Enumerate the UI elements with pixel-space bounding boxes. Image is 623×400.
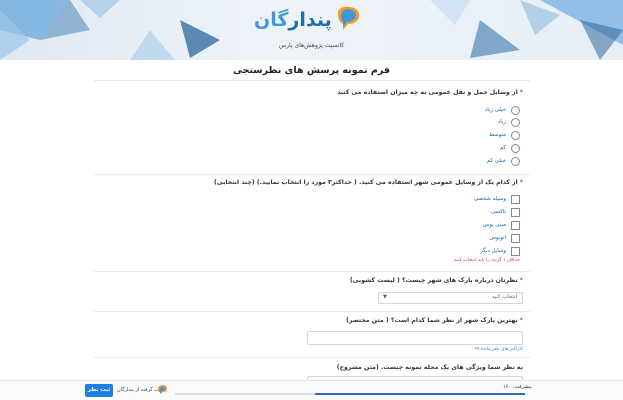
checkbox[interactable] — [511, 194, 520, 204]
q2-option-5[interactable]: وسایل دیگر — [480, 246, 520, 256]
best-park-input[interactable] — [307, 331, 523, 345]
q1-option-2[interactable]: زیاد — [498, 117, 520, 127]
question-divider — [94, 357, 530, 358]
option-label: تاکسی — [490, 209, 506, 215]
chevron-down-icon: ▼ — [383, 294, 387, 300]
remaining-characters-hint: کاراکتر های باقی‌مانده:۹۹ — [474, 347, 523, 352]
radio-button[interactable] — [511, 130, 520, 140]
option-label: مینی بوس — [482, 222, 506, 228]
required-mark: * — [519, 89, 523, 96]
q1-option-1[interactable]: خیلی زیاد — [485, 105, 520, 115]
header-banner: پندارگان کانسپت پژوهش‌های پارس — [0, 0, 623, 60]
title-divider — [94, 80, 530, 81]
q2-option-2[interactable]: تاکسی — [491, 207, 520, 217]
option-label: زیاد — [497, 119, 506, 125]
checkbox[interactable] — [511, 207, 520, 217]
pendargan-bubble-icon — [158, 385, 167, 394]
question-1-text: از وسایل حمل و نقل عمومی به چه میزان است… — [337, 89, 518, 96]
option-label: خیلی کم — [486, 158, 506, 164]
question-4-title: *بهترین پارک شهر از نظر شما کدام است؟ ( … — [346, 317, 523, 324]
required-mark: * — [519, 277, 523, 284]
question-divider — [94, 174, 530, 175]
q2-error-message: حداقل ۱ گزینه را باید انتخاب کنید. — [452, 258, 520, 263]
option-label: کم — [499, 145, 506, 151]
q1-option-5[interactable]: خیلی کم — [487, 156, 520, 166]
select-value: انتخاب کنید — [491, 294, 517, 300]
checkbox[interactable] — [511, 246, 520, 256]
required-mark: * — [519, 179, 523, 186]
question-4-text: بهترین پارک شهر از نظر شما کدام است؟ ( م… — [346, 317, 518, 324]
q1-option-3[interactable]: متوسط — [489, 130, 520, 140]
checkbox[interactable] — [511, 220, 520, 230]
brand-logo-text: پندارگان — [254, 9, 332, 31]
brand-tagline: کانسپت پژوهش‌های پارس — [278, 42, 345, 49]
q2-option-4[interactable]: اتوبوس — [489, 233, 520, 243]
option-label: وسیله شخصی — [473, 196, 506, 202]
option-label: اتوبوس — [489, 235, 506, 241]
question-3-text: نظرتان درباره پارک های شهر چیست؟ ( لیست … — [349, 277, 518, 284]
brand-name-sub: گان — [254, 9, 289, 31]
required-mark: * — [519, 317, 523, 324]
option-label: متوسط — [489, 132, 506, 138]
submit-button[interactable]: ثبت نظر — [85, 384, 113, 397]
footer-bar: ثبت نظر قدرت گرفته از پندارگان پیشرفت: ۱… — [0, 380, 623, 400]
option-label: وسایل دیگر — [480, 248, 506, 254]
page-title: فرم نمونه پرسش های نظرسنجی — [232, 65, 391, 76]
radio-button[interactable] — [511, 156, 520, 166]
brand-name-main: پندار — [288, 9, 332, 31]
question-1-title: *از وسایل حمل و نقل عمومی به چه میزان اس… — [337, 89, 523, 96]
radio-button[interactable] — [511, 117, 520, 127]
question-2-text: از کدام یک از وسایل عمومی شهر استفاده می… — [214, 179, 518, 186]
progress-label: پیشرفت: ۱۶۰ — [503, 384, 532, 390]
option-label: خیلی زیاد — [484, 107, 506, 113]
q1-option-4[interactable]: کم — [500, 143, 520, 153]
q2-option-1[interactable]: وسیله شخصی — [474, 194, 520, 204]
q2-option-3[interactable]: مینی بوس — [483, 220, 520, 230]
question-2-title: *از کدام یک از وسایل عمومی شهر استفاده م… — [214, 179, 523, 186]
question-5-text: به نظر شما ویژگی های یک محله نمونه چیست.… — [336, 364, 523, 371]
progress-bar-fill — [315, 393, 525, 395]
question-3-title: *نظرتان درباره پارک های شهر چیست؟ ( لیست… — [350, 277, 523, 284]
question-5-title: به نظر شما ویژگی های یک محله نمونه چیست.… — [337, 364, 523, 371]
question-divider — [94, 271, 530, 272]
park-opinion-select[interactable]: ▼ انتخاب کنید — [378, 292, 523, 304]
checkbox[interactable] — [511, 233, 520, 243]
progress-bar — [175, 393, 525, 395]
radio-button[interactable] — [511, 105, 520, 115]
radio-button[interactable] — [511, 143, 520, 153]
question-divider — [94, 311, 530, 312]
